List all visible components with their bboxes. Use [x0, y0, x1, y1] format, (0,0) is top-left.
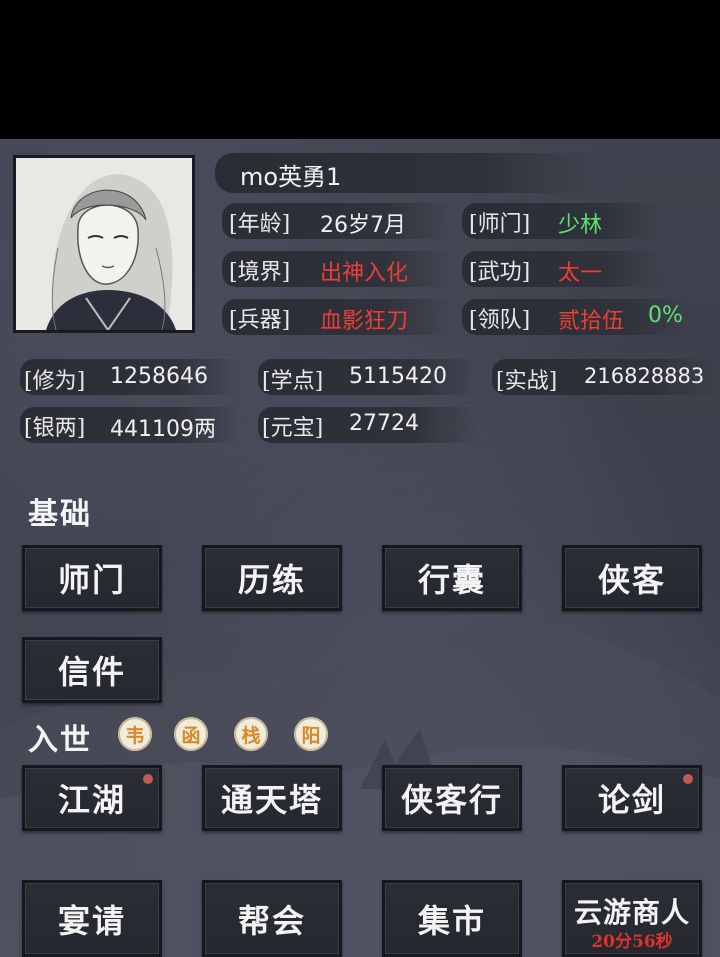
silver-label: [银两]	[24, 416, 86, 441]
player-name: mo英勇1	[240, 163, 342, 191]
seal-yang-icon[interactable]: 阳	[294, 717, 328, 751]
age-value: 26岁7月	[320, 213, 406, 238]
banquet-button[interactable]: 宴请	[22, 880, 162, 957]
silver-value: 441109两	[110, 417, 216, 442]
team-percent: 0%	[648, 303, 683, 328]
seal-zhan-icon[interactable]: 栈	[234, 717, 268, 751]
jianghu-label: 江湖	[57, 781, 126, 819]
training-button[interactable]: 历练	[202, 545, 342, 611]
inventory-button[interactable]: 行囊	[382, 545, 522, 611]
combat-value: 216828883	[584, 364, 705, 388]
weapon-value: 血影狂刀	[320, 309, 409, 334]
guild-button[interactable]: 帮会	[202, 880, 342, 957]
study-label: [学点]	[262, 369, 324, 394]
skill-label: [武功]	[469, 260, 531, 285]
sect-button[interactable]: 师门	[22, 545, 162, 611]
traveling-merchant-button[interactable]: 云游商人 20分56秒	[562, 880, 702, 957]
basic-section-title: 基础	[28, 497, 92, 532]
tower-button[interactable]: 通天塔	[202, 765, 342, 831]
jianghu-button[interactable]: 江湖	[22, 765, 162, 831]
cultivation-label: [修为]	[24, 369, 86, 394]
ingot-value: 27724	[349, 411, 419, 436]
cultivation-value: 1258646	[110, 364, 208, 389]
skill-value: 太一	[558, 261, 603, 286]
merchant-label: 云游商人	[573, 896, 690, 929]
realm-value: 出神入化	[320, 261, 409, 286]
sect-label: [师门]	[469, 212, 531, 237]
weapon-label: [兵器]	[229, 308, 291, 333]
world-section-title: 入世	[28, 723, 92, 758]
mail-button[interactable]: 信件	[22, 637, 162, 703]
notification-dot	[143, 774, 153, 784]
character-panel: mo英勇1 [年龄] 26岁7月 [师门] 少林 [境界] 出神入化 [武功] …	[0, 139, 720, 957]
duel-button[interactable]: 论剑	[562, 765, 702, 831]
market-button[interactable]: 集市	[382, 880, 522, 957]
realm-label: [境界]	[229, 260, 291, 285]
sect-value: 少林	[558, 213, 603, 238]
merchant-timer: 20分56秒	[591, 932, 673, 952]
notification-dot	[683, 774, 693, 784]
heroes-button[interactable]: 侠客	[562, 545, 702, 611]
duel-label: 论剑	[597, 781, 666, 819]
study-value: 5115420	[349, 364, 447, 389]
avatar[interactable]	[13, 155, 195, 333]
age-label: [年龄]	[229, 212, 291, 237]
combat-label: [实战]	[496, 369, 558, 394]
seal-han-icon[interactable]: 函	[174, 717, 208, 751]
seal-wei-icon[interactable]: 韦	[118, 717, 152, 751]
team-value: 贰拾伍	[558, 309, 625, 334]
ingot-label: [元宝]	[262, 416, 324, 441]
hero-journey-button[interactable]: 侠客行	[382, 765, 522, 831]
character-portrait-icon	[16, 158, 192, 330]
team-label: [领队]	[469, 308, 531, 333]
